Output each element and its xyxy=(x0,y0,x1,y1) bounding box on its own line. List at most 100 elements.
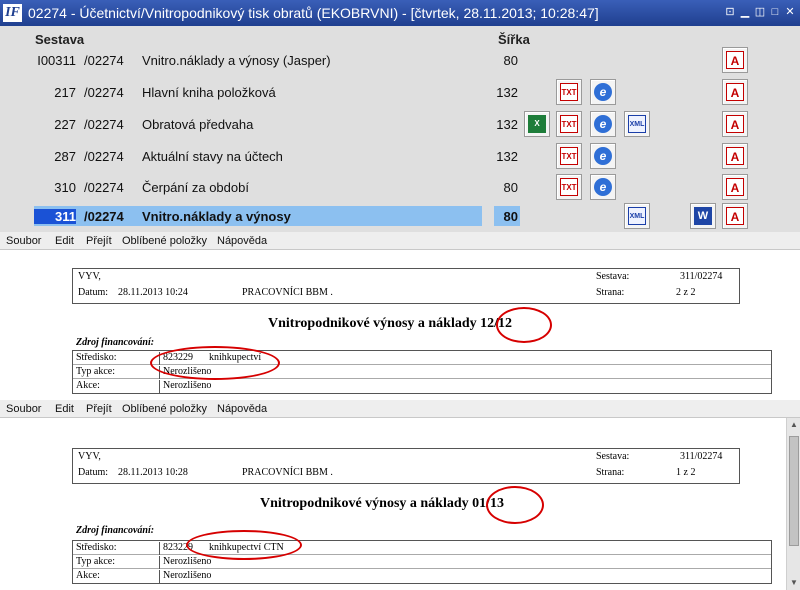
report-unit: /02274 xyxy=(84,149,124,164)
annotation-circle-center xyxy=(150,346,280,380)
excel-export-button[interactable]: X xyxy=(524,111,550,137)
menu-help[interactable]: Nápověda xyxy=(217,400,267,418)
report-unit: /02274 xyxy=(84,53,124,68)
report-header-box xyxy=(72,268,740,304)
txt-export-button[interactable]: TXT xyxy=(556,143,582,169)
xml-export-button[interactable]: XML xyxy=(624,203,650,229)
word-icon: W xyxy=(694,207,712,225)
report-label: Sestava: xyxy=(596,451,630,462)
page-label: Strana: xyxy=(596,287,625,298)
scroll-up-icon[interactable]: ▲ xyxy=(787,418,800,432)
report-name: Aktuální stavy na účtech xyxy=(142,149,283,164)
minimize-icon[interactable]: ▁ xyxy=(739,5,751,19)
scroll-down-icon[interactable]: ▼ xyxy=(787,576,800,590)
menu-help[interactable]: Nápověda xyxy=(217,232,267,250)
table-row: Akce: Nerozlišeno xyxy=(73,569,771,583)
report-code: 287 xyxy=(54,149,76,164)
pdf-export-button[interactable]: A xyxy=(722,79,748,105)
menu-edit[interactable]: Edit xyxy=(55,232,74,250)
report-unit: /02274 xyxy=(84,85,124,100)
field-label: Akce: xyxy=(76,380,100,391)
menu-bar: Soubor Edit Přejít Oblíbené položky Nápo… xyxy=(0,232,800,250)
title-bar[interactable]: IF 02274 - Účetnictví/Vnitropodnikový ti… xyxy=(0,0,800,26)
page-value: 1 z 2 xyxy=(676,467,696,478)
report-label: Sestava: xyxy=(596,271,630,282)
field-label: Akce: xyxy=(76,570,100,581)
internet-explorer-icon: e xyxy=(594,83,612,101)
report-value: 311/02274 xyxy=(680,451,723,462)
report-code: 217 xyxy=(54,85,76,100)
field-label: Středisko: xyxy=(76,352,117,363)
menu-edit[interactable]: Edit xyxy=(55,400,74,418)
menu-file[interactable]: Soubor xyxy=(6,232,41,250)
report-row[interactable]: 217 /02274 Hlavní kniha položková 132 TX… xyxy=(0,77,800,107)
menu-go[interactable]: Přejít xyxy=(86,232,112,250)
menu-file[interactable]: Soubor xyxy=(6,400,41,418)
report-row[interactable]: I00311 /02274 Vnitro.náklady a výnosy (J… xyxy=(0,45,800,75)
report-width: 80 xyxy=(503,180,518,195)
browser-view-button[interactable]: e xyxy=(590,79,616,105)
report-title: Vnitropodnikové výnosy a náklady 12/12 xyxy=(268,316,513,331)
field-label: Středisko: xyxy=(76,542,117,553)
date-label: Datum: xyxy=(78,287,108,298)
report-width: 132 xyxy=(496,117,518,132)
txt-export-button[interactable]: TXT xyxy=(556,174,582,200)
field-value: Nerozlišeno xyxy=(159,556,211,569)
txt-export-button[interactable]: TXT xyxy=(556,111,582,137)
menu-favorites[interactable]: Oblíbené položky xyxy=(122,400,207,418)
field-label: Typ akce: xyxy=(76,366,116,377)
pdf-icon: A xyxy=(726,115,744,133)
browser-view-button[interactable]: e xyxy=(590,111,616,137)
xml-icon: XML xyxy=(628,115,646,133)
txt-icon: TXT xyxy=(560,178,578,196)
report-row-selected[interactable]: 311 /02274 Vnitro.náklady a výnosy 80 XM… xyxy=(0,201,800,231)
scrollbar-thumb[interactable] xyxy=(789,436,799,546)
menu-favorites[interactable]: Oblíbené položky xyxy=(122,232,207,250)
pdf-export-button[interactable]: A xyxy=(722,111,748,137)
report-code: 311 xyxy=(34,209,76,224)
report-row[interactable]: 310 /02274 Čerpání za období 80 TXT e A xyxy=(0,172,800,202)
report-name: Vnitro.náklady a výnosy xyxy=(142,209,291,224)
field-label: Typ akce: xyxy=(76,556,116,567)
browser-view-button[interactable]: e xyxy=(590,143,616,169)
close-icon[interactable]: ✕ xyxy=(784,5,796,19)
txt-icon: TXT xyxy=(560,83,578,101)
page-label: Strana: xyxy=(596,467,625,478)
report-row[interactable]: 227 /02274 Obratová předvaha 132 X TXT e… xyxy=(0,109,800,139)
xml-icon: XML xyxy=(628,207,646,225)
app-logo-icon: IF xyxy=(3,4,22,22)
browser-view-button[interactable]: e xyxy=(590,174,616,200)
restore-icon[interactable]: ◫ xyxy=(754,5,766,19)
pdf-export-button[interactable]: A xyxy=(722,203,748,229)
pdf-icon: A xyxy=(726,51,744,69)
table-row: Středisko: 823229 knihkupectví CTN xyxy=(73,541,771,555)
page-value: 2 z 2 xyxy=(676,287,696,298)
pdf-export-button[interactable]: A xyxy=(722,47,748,73)
vertical-scrollbar[interactable]: ▲ ▼ xyxy=(786,418,800,590)
funding-table: Středisko: 823229 knihkupectví CTN Typ a… xyxy=(72,540,772,584)
field-value: Nerozlišeno xyxy=(159,380,211,393)
report-width: 80 xyxy=(503,209,518,224)
report-header-box xyxy=(72,448,740,484)
maximize-icon[interactable]: □ xyxy=(769,5,781,19)
window-menu-icon[interactable]: ⊡ xyxy=(724,5,736,19)
report-row[interactable]: 287 /02274 Aktuální stavy na účtech 132 … xyxy=(0,141,800,171)
report-name: Obratová předvaha xyxy=(142,117,254,132)
group-name: PRACOVNÍCI BBM . xyxy=(242,287,333,298)
window-title: 02274 - Účetnictví/Vnitropodnikový tisk … xyxy=(28,5,599,21)
report-name: Čerpání za období xyxy=(142,180,249,195)
xml-export-button[interactable]: XML xyxy=(624,111,650,137)
menu-bar: Soubor Edit Přejít Oblíbené položky Nápo… xyxy=(0,400,800,418)
word-export-button[interactable]: W xyxy=(690,203,716,229)
pdf-export-button[interactable]: A xyxy=(722,143,748,169)
menu-go[interactable]: Přejít xyxy=(86,400,112,418)
report-code: 310 xyxy=(54,180,76,195)
txt-export-button[interactable]: TXT xyxy=(556,79,582,105)
pdf-export-button[interactable]: A xyxy=(722,174,748,200)
txt-icon: TXT xyxy=(560,115,578,133)
org-name: VYV, xyxy=(78,451,101,462)
report-name: Vnitro.náklady a výnosy (Jasper) xyxy=(142,53,331,68)
report-name: Hlavní kniha položková xyxy=(142,85,276,100)
txt-icon: TXT xyxy=(560,147,578,165)
annotation-circle-center xyxy=(186,530,302,560)
